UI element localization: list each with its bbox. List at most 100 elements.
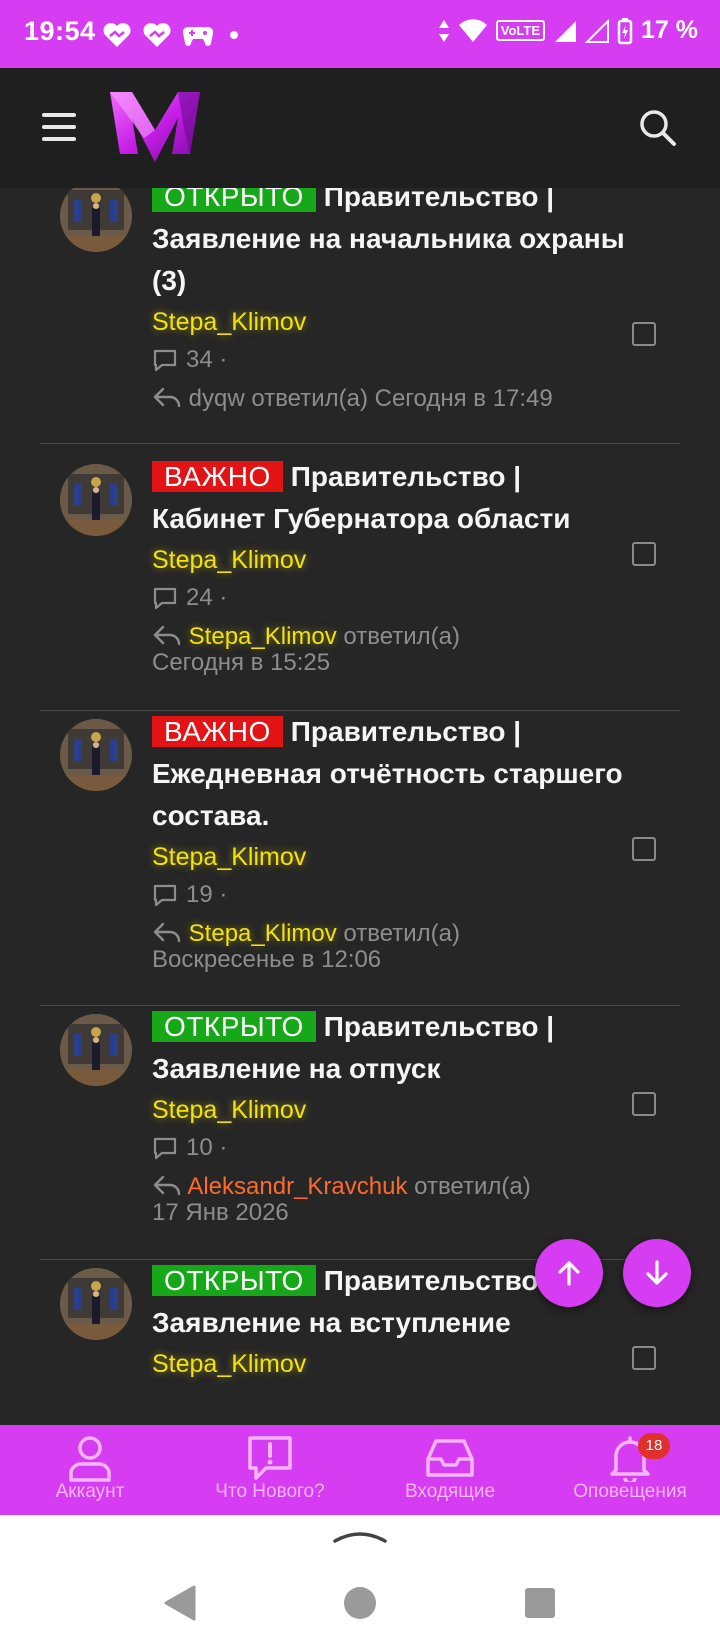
thread-title[interactable]: ВАЖНО Правительство | Кабинет Губернатора… xyxy=(152,456,632,540)
thread-list: ОТКРЫТО Правительство | Заявление на нача… xyxy=(0,188,720,1425)
reply-count-value: 34 · xyxy=(186,346,228,373)
thread-author[interactable]: Stepa_Klimov xyxy=(152,839,632,875)
thread-author[interactable]: Stepa_Klimov xyxy=(152,1092,632,1128)
select-checkbox[interactable] xyxy=(632,1346,656,1370)
last-reply: Aleksandr_Kravchuk ответил(а) 17 Янв 202… xyxy=(152,1174,632,1226)
reply-count: 10 · xyxy=(152,1134,632,1162)
battery-charging-icon xyxy=(617,17,633,44)
nav-account[interactable]: Аккаунт xyxy=(0,1425,180,1515)
thread-author[interactable]: Stepa_Klimov xyxy=(152,304,632,340)
status-right-icons: VoLTE 17 % xyxy=(438,16,698,45)
reply-count: 24 · xyxy=(152,584,632,612)
gamepad-icon xyxy=(182,26,214,46)
reply-count: 19 · xyxy=(152,881,632,909)
back-icon[interactable] xyxy=(162,1583,198,1623)
thread-author[interactable]: Stepa_Klimov xyxy=(152,1346,632,1382)
last-reply-time: Сегодня в 17:49 xyxy=(374,385,553,412)
menu-icon[interactable] xyxy=(42,113,76,141)
signal-icon xyxy=(555,20,577,42)
chevron-up-icon[interactable] xyxy=(332,1525,388,1545)
nav-label: Аккаунт xyxy=(55,1481,125,1502)
select-checkbox[interactable] xyxy=(632,542,656,566)
avatar[interactable] xyxy=(60,1268,132,1340)
dot-icon xyxy=(230,31,238,39)
reply-count-value: 19 · xyxy=(186,881,228,908)
arrow-down-icon xyxy=(646,1260,668,1285)
nav-notifications[interactable]: Оповещения 18 xyxy=(540,1425,720,1515)
select-checkbox[interactable] xyxy=(632,322,656,346)
last-reply-verb: ответил(а) xyxy=(343,920,460,947)
notification-count-badge: 18 xyxy=(638,1433,670,1459)
thread-content: ОТКРЫТО Правительство | Заявление на нача… xyxy=(152,188,632,412)
avatar[interactable] xyxy=(60,188,132,252)
last-reply-verb: ответил(а) xyxy=(251,385,368,412)
heart-icon xyxy=(143,23,171,47)
thread-title[interactable]: ВАЖНО Правительство | Ежедневная отчётнос… xyxy=(152,711,632,837)
recents-icon[interactable] xyxy=(524,1587,556,1619)
avatar[interactable] xyxy=(60,464,132,536)
scroll-down-button[interactable] xyxy=(623,1239,691,1307)
status-badge: ВАЖНО xyxy=(152,716,283,747)
volte-indicator: VoLTE xyxy=(495,20,546,41)
inbox-icon xyxy=(426,1439,474,1477)
thread-content: ВАЖНО Правительство | Кабинет Губернатора… xyxy=(152,456,632,676)
system-navigation-bar xyxy=(0,1515,720,1650)
reply-icon xyxy=(153,1175,181,1196)
comment-icon xyxy=(153,884,177,907)
nav-label: Входящие xyxy=(404,1481,496,1502)
nav-inbox[interactable]: Входящие xyxy=(360,1425,540,1515)
last-reply-user[interactable]: dyqw xyxy=(189,385,245,412)
reply-count-value: 10 · xyxy=(186,1134,228,1161)
nav-label: Оповещения xyxy=(573,1481,687,1502)
data-transfer-icon xyxy=(438,19,449,42)
heart-icon xyxy=(103,23,131,47)
signal-empty-icon xyxy=(585,18,610,43)
comment-icon xyxy=(153,587,177,610)
status-badge: ВАЖНО xyxy=(152,461,283,492)
avatar[interactable] xyxy=(60,1014,132,1086)
last-reply-time: 17 Янв 2026 xyxy=(152,1199,289,1226)
home-icon[interactable] xyxy=(342,1585,378,1621)
select-checkbox[interactable] xyxy=(632,1092,656,1116)
bottom-navigation: Аккаунт Что Нового? Входящие Оповещения … xyxy=(0,1425,720,1515)
thread-author[interactable]: Stepa_Klimov xyxy=(152,542,632,578)
last-reply-user[interactable]: Aleksandr_Kravchuk xyxy=(187,1173,407,1200)
site-logo[interactable] xyxy=(108,88,202,166)
arrow-up-icon xyxy=(558,1261,580,1286)
last-reply: dyqw ответил(а) Сегодня в 17:49 xyxy=(152,386,632,412)
last-reply-time: Сегодня в 15:25 xyxy=(152,649,331,676)
user-icon xyxy=(69,1436,111,1482)
comment-icon xyxy=(153,349,177,372)
thread-title[interactable]: ОТКРЫТО Правительство | Заявление на отпу… xyxy=(152,1006,632,1090)
status-badge: ОТКРЫТО xyxy=(152,188,316,212)
avatar[interactable] xyxy=(60,719,132,791)
thread-content: ОТКРЫТО Правительство | Заявление на отпу… xyxy=(152,1006,632,1226)
last-reply-time: Воскресенье в 12:06 xyxy=(152,946,382,973)
last-reply: Stepa_Klimov ответил(а) Сегодня в 15:25 xyxy=(152,624,632,676)
thread-item: ВАЖНО Правительство | Ежедневная отчётнос… xyxy=(40,711,680,1006)
battery-level: 17 % xyxy=(641,16,698,44)
thread-content: ВАЖНО Правительство | Ежедневная отчётнос… xyxy=(152,711,632,973)
top-app-bar xyxy=(0,68,720,188)
status-notification-icons xyxy=(102,22,244,48)
status-bar: 19:54 VoLTE 17 % xyxy=(0,0,720,68)
comment-icon xyxy=(153,1137,177,1160)
nav-whats-new[interactable]: Что Нового? xyxy=(180,1425,360,1515)
status-badge: ОТКРЫТО xyxy=(152,1011,316,1042)
search-icon[interactable] xyxy=(636,106,680,150)
reply-icon xyxy=(153,922,181,943)
thread-item: ОТКРЫТО Правительство | Заявление на отпу… xyxy=(40,1006,680,1260)
status-time: 19:54 xyxy=(24,16,96,46)
reply-count-value: 24 · xyxy=(186,584,228,611)
whats-new-icon xyxy=(248,1436,292,1480)
select-checkbox[interactable] xyxy=(632,837,656,861)
last-reply: Stepa_Klimov ответил(а) Воскресенье в 12… xyxy=(152,921,632,973)
thread-title[interactable]: ОТКРЫТО Правительство | Заявление на нача… xyxy=(152,188,632,302)
last-reply-user[interactable]: Stepa_Klimov xyxy=(189,920,337,947)
reply-icon xyxy=(153,625,181,646)
scroll-up-button[interactable] xyxy=(535,1239,603,1307)
reply-icon xyxy=(153,387,181,408)
last-reply-user[interactable]: Stepa_Klimov xyxy=(189,623,337,650)
last-reply-verb: ответил(а) xyxy=(343,623,460,650)
status-badge: ОТКРЫТО xyxy=(152,1265,316,1296)
